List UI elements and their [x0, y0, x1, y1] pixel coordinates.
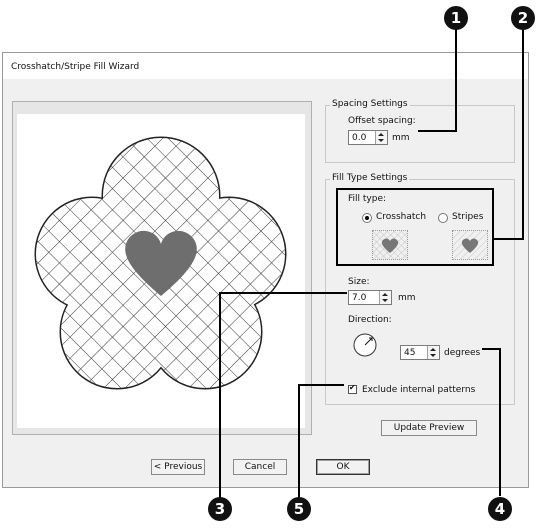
- preview-panel: [12, 101, 312, 435]
- wizard-dialog: Crosshatch/Stripe Fill Wizard Spacing Se…: [2, 52, 529, 488]
- ok-button[interactable]: OK: [316, 459, 370, 475]
- preview-canvas: [17, 114, 305, 428]
- direction-spinner[interactable]: 45: [400, 345, 440, 360]
- size-label: Size:: [348, 277, 370, 287]
- direction-dial-icon[interactable]: [352, 332, 378, 358]
- update-preview-button[interactable]: Update Preview: [381, 420, 477, 436]
- fill-type-highlight: [336, 188, 494, 266]
- callout-4: 4: [488, 497, 512, 521]
- window-title: Crosshatch/Stripe Fill Wizard: [11, 62, 140, 72]
- spin-arrows-icon[interactable]: [375, 131, 387, 144]
- size-value: 7.0: [352, 293, 367, 303]
- offset-unit: mm: [392, 133, 410, 143]
- offset-spacing-label: Offset spacing:: [348, 116, 416, 126]
- flower-preview-image: [34, 136, 287, 390]
- flower-shape: [34, 136, 287, 390]
- callout-3-leader: [219, 292, 221, 498]
- spin-arrows-icon[interactable]: [427, 346, 439, 359]
- callout-2: 2: [511, 6, 535, 30]
- callout-1-leader: [418, 130, 457, 132]
- fill-type-settings-label: Fill Type Settings: [330, 173, 410, 183]
- callout-3: 3: [208, 497, 232, 521]
- callout-5: 5: [287, 497, 311, 521]
- callout-4-leader: [482, 348, 501, 350]
- title-bar: Crosshatch/Stripe Fill Wizard: [3, 53, 528, 79]
- offset-spacing-spinner[interactable]: 0.0: [348, 130, 388, 145]
- direction-unit: degrees: [444, 348, 481, 358]
- callout-4-leader: [499, 348, 501, 496]
- callout-1-leader: [455, 28, 457, 132]
- offset-spacing-value: 0.0: [352, 133, 367, 143]
- spacing-settings-group: Spacing Settings Offset spacing: 0.0 mm: [325, 99, 515, 163]
- direction-value: 45: [404, 348, 416, 358]
- callout-5-leader: [298, 384, 300, 498]
- callout-5-leader: [298, 384, 344, 386]
- exclude-internal-checkbox[interactable]: [348, 383, 357, 394]
- callout-2-leader: [494, 238, 524, 240]
- callout-2-leader: [522, 28, 524, 240]
- spin-arrows-icon[interactable]: [379, 291, 391, 304]
- size-unit: mm: [398, 293, 416, 303]
- cancel-button[interactable]: Cancel: [233, 459, 287, 475]
- callout-3-leader: [219, 292, 347, 294]
- exclude-internal-label[interactable]: Exclude internal patterns: [362, 385, 475, 395]
- spacing-settings-label: Spacing Settings: [330, 99, 410, 109]
- previous-button[interactable]: < Previous: [151, 459, 205, 475]
- callout-1: 1: [444, 6, 468, 30]
- direction-label: Direction:: [348, 315, 392, 325]
- size-spinner[interactable]: 7.0: [348, 290, 392, 305]
